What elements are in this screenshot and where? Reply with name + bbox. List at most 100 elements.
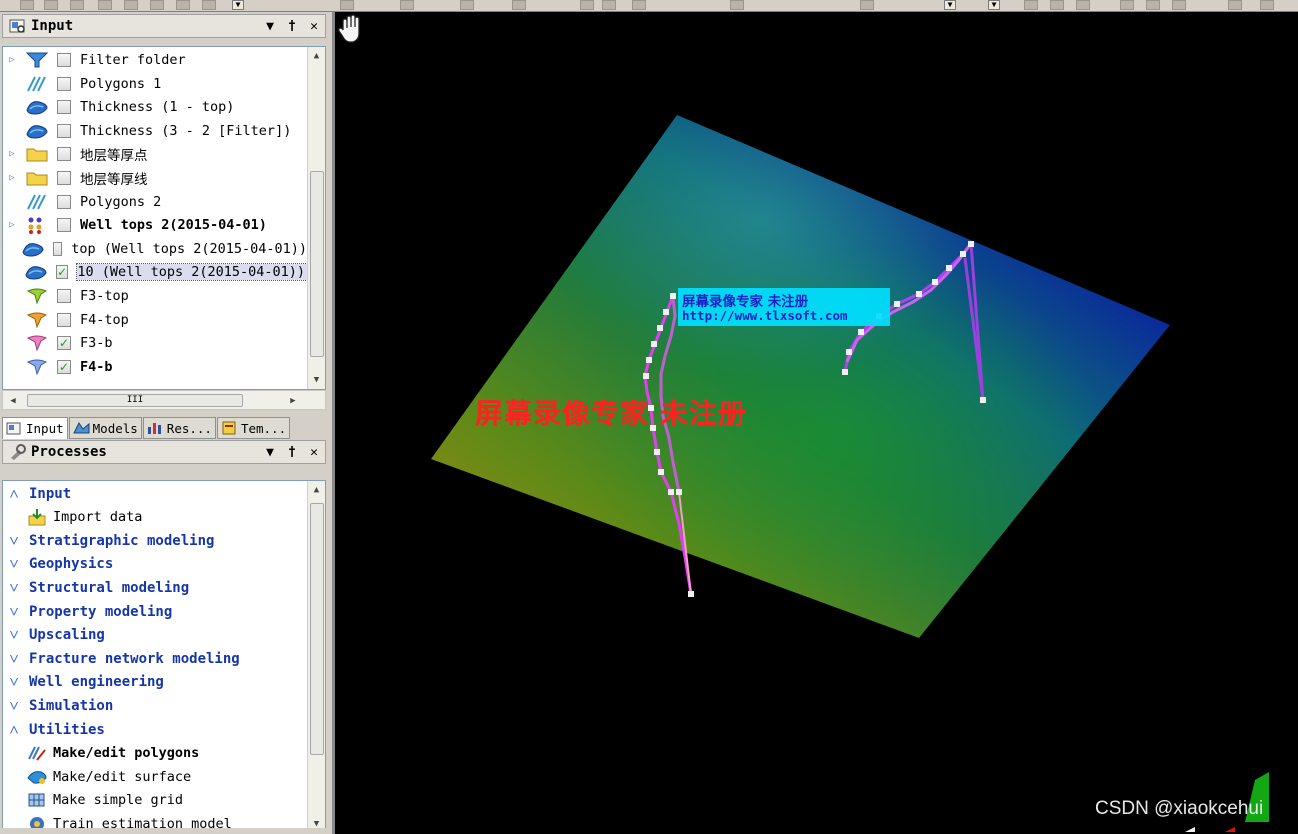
pane-tab-models[interactable]: Models bbox=[68, 417, 142, 439]
visibility-checkbox[interactable]: ✓ bbox=[57, 359, 71, 374]
expand-chevron-icon[interactable]: ˅ bbox=[7, 672, 21, 692]
visibility-checkbox[interactable] bbox=[57, 312, 71, 327]
process-item[interactable]: Make/edit polygons bbox=[3, 742, 307, 765]
toolbar-button[interactable] bbox=[632, 0, 646, 10]
tree-item[interactable]: ▷ Well tops 2(2015-04-01) bbox=[3, 214, 307, 236]
tree-item[interactable]: ▷ F4-top bbox=[3, 309, 307, 331]
expand-chevron-icon[interactable]: ˅ bbox=[7, 531, 21, 551]
pane-tab-tem[interactable]: Tem... bbox=[216, 417, 291, 439]
toolbar-button[interactable] bbox=[460, 0, 474, 10]
expand-chevron-icon[interactable]: ˅ bbox=[7, 625, 21, 645]
process-category[interactable]: ˄ Utilities bbox=[3, 718, 307, 741]
process-category[interactable]: ˅ Structural modeling bbox=[3, 576, 307, 599]
scroll-left-icon[interactable]: ◀ bbox=[5, 393, 21, 409]
tree-item[interactable]: ▷ 地层等厚线 bbox=[3, 167, 307, 189]
toolbar-button[interactable] bbox=[70, 0, 84, 10]
tree-item[interactable]: ▷ Polygons 1 bbox=[3, 73, 307, 95]
visibility-checkbox[interactable] bbox=[57, 147, 71, 162]
scroll-up-icon[interactable]: ▲ bbox=[308, 481, 325, 499]
visibility-checkbox[interactable]: ✓ bbox=[57, 336, 71, 351]
toolbar-button[interactable] bbox=[1050, 0, 1064, 10]
process-category[interactable]: ˅ Well engineering bbox=[3, 671, 307, 694]
visibility-checkbox[interactable]: ✓ bbox=[55, 265, 69, 280]
toolbar-dropdown-arrow[interactable]: ▼ bbox=[232, 0, 244, 10]
tree-item[interactable]: ▷ F3-top bbox=[3, 285, 307, 307]
scroll-thumb[interactable] bbox=[310, 171, 324, 357]
toolbar-button[interactable] bbox=[124, 0, 138, 10]
process-item[interactable]: Import data bbox=[3, 506, 307, 529]
expand-arrow-icon[interactable]: ▷ bbox=[7, 149, 17, 159]
process-item[interactable]: Make/edit surface bbox=[3, 765, 307, 788]
collapse-chevron-icon[interactable]: ˄ bbox=[7, 720, 21, 740]
process-category[interactable]: ˅ Fracture network modeling bbox=[3, 647, 307, 670]
visibility-checkbox[interactable] bbox=[57, 100, 71, 115]
pin-icon[interactable]: † bbox=[281, 445, 303, 460]
process-item[interactable]: Make simple grid bbox=[3, 789, 307, 812]
process-category[interactable]: ˅ Stratigraphic modeling bbox=[3, 529, 307, 552]
scroll-up-icon[interactable]: ▲ bbox=[308, 47, 325, 65]
visibility-checkbox[interactable] bbox=[57, 194, 71, 209]
toolbar-button[interactable] bbox=[150, 0, 164, 10]
processes-vscroll[interactable]: ▲ ▼ bbox=[307, 481, 325, 833]
toolbar-button[interactable] bbox=[1260, 0, 1274, 10]
process-category[interactable]: ˅ Property modeling bbox=[3, 600, 307, 623]
visibility-checkbox[interactable] bbox=[57, 171, 71, 185]
3d-viewport[interactable]: 屏幕录像专家 未注册 http://www.tlxsoft.com 屏幕录像专家… bbox=[332, 12, 1298, 834]
process-category[interactable]: ˅ Simulation bbox=[3, 694, 307, 717]
scroll-right-icon[interactable]: ▶ bbox=[285, 393, 301, 409]
toolbar-button[interactable] bbox=[44, 0, 58, 10]
pane-menu-arrow[interactable]: ▼ bbox=[259, 19, 281, 34]
input-tree-hscroll[interactable]: ◀ III ▶ bbox=[2, 390, 326, 410]
toolbar-button[interactable] bbox=[20, 0, 34, 10]
expand-arrow-icon[interactable]: ▷ bbox=[7, 173, 17, 183]
tree-item[interactable]: ▷ Thickness (3 - 2 [Filter]) bbox=[3, 120, 307, 142]
close-icon[interactable]: ✕ bbox=[303, 445, 325, 460]
close-icon[interactable]: ✕ bbox=[303, 19, 325, 34]
collapse-chevron-icon[interactable]: ˄ bbox=[7, 484, 21, 504]
scroll-down-icon[interactable]: ▼ bbox=[308, 371, 325, 389]
scroll-thumb[interactable] bbox=[310, 503, 324, 755]
toolbar-dropdown-arrow[interactable]: ▼ bbox=[944, 0, 956, 10]
visibility-checkbox[interactable] bbox=[53, 241, 63, 256]
toolbar-button[interactable] bbox=[1172, 0, 1186, 10]
toolbar-button[interactable] bbox=[98, 0, 112, 10]
process-category[interactable]: ˄ Input bbox=[3, 482, 307, 505]
tree-item[interactable]: ▷ ✓ 10 (Well tops 2(2015-04-01)) bbox=[3, 261, 308, 283]
toolbar-button[interactable] bbox=[1120, 0, 1134, 10]
expand-chevron-icon[interactable]: ˅ bbox=[7, 696, 21, 716]
tree-item[interactable]: ▷ Thickness (1 - top) bbox=[3, 96, 307, 118]
pane-tab-input[interactable]: Input bbox=[2, 417, 68, 439]
expand-chevron-icon[interactable]: ˅ bbox=[7, 649, 21, 669]
visibility-checkbox[interactable] bbox=[57, 218, 71, 233]
tree-item[interactable]: ▷ Polygons 2 bbox=[3, 191, 307, 213]
pane-menu-arrow[interactable]: ▼ bbox=[259, 445, 281, 460]
visibility-checkbox[interactable] bbox=[57, 123, 71, 138]
visibility-checkbox[interactable] bbox=[57, 289, 71, 303]
expand-chevron-icon[interactable]: ˅ bbox=[7, 602, 21, 622]
toolbar-button[interactable] bbox=[860, 0, 874, 10]
scroll-thumb[interactable]: III bbox=[27, 394, 243, 407]
toolbar-dropdown-arrow[interactable]: ▼ bbox=[988, 0, 1000, 10]
toolbar-button[interactable] bbox=[1076, 0, 1090, 10]
process-category[interactable]: ˅ Upscaling bbox=[3, 624, 307, 647]
tree-item[interactable]: ▷ ✓ F4-b bbox=[3, 356, 307, 378]
expand-chevron-icon[interactable]: ˅ bbox=[7, 554, 21, 574]
toolbar-button[interactable] bbox=[580, 0, 594, 10]
process-category[interactable]: ˅ Geophysics bbox=[3, 553, 307, 576]
tree-item[interactable]: ▷ Filter folder bbox=[3, 49, 307, 71]
visibility-checkbox[interactable] bbox=[57, 53, 71, 67]
tree-item[interactable]: ▷ top (Well tops 2(2015-04-01)) bbox=[3, 238, 307, 260]
toolbar-button[interactable] bbox=[176, 0, 190, 10]
pin-icon[interactable]: † bbox=[281, 19, 303, 34]
tree-item[interactable]: ▷ ✓ F3-b bbox=[3, 332, 307, 354]
toolbar-button[interactable] bbox=[1228, 0, 1242, 10]
toolbar-button[interactable] bbox=[202, 0, 216, 10]
toolbar-button[interactable] bbox=[1024, 0, 1038, 10]
toolbar-button[interactable] bbox=[400, 0, 414, 10]
input-tree-vscroll[interactable]: ▲ ▼ bbox=[307, 47, 325, 389]
visibility-checkbox[interactable] bbox=[57, 76, 71, 91]
pane-tab-res[interactable]: Res... bbox=[142, 417, 216, 439]
expand-chevron-icon[interactable]: ˅ bbox=[7, 578, 21, 598]
toolbar-button[interactable] bbox=[1146, 0, 1160, 10]
toolbar-button[interactable] bbox=[512, 0, 526, 10]
